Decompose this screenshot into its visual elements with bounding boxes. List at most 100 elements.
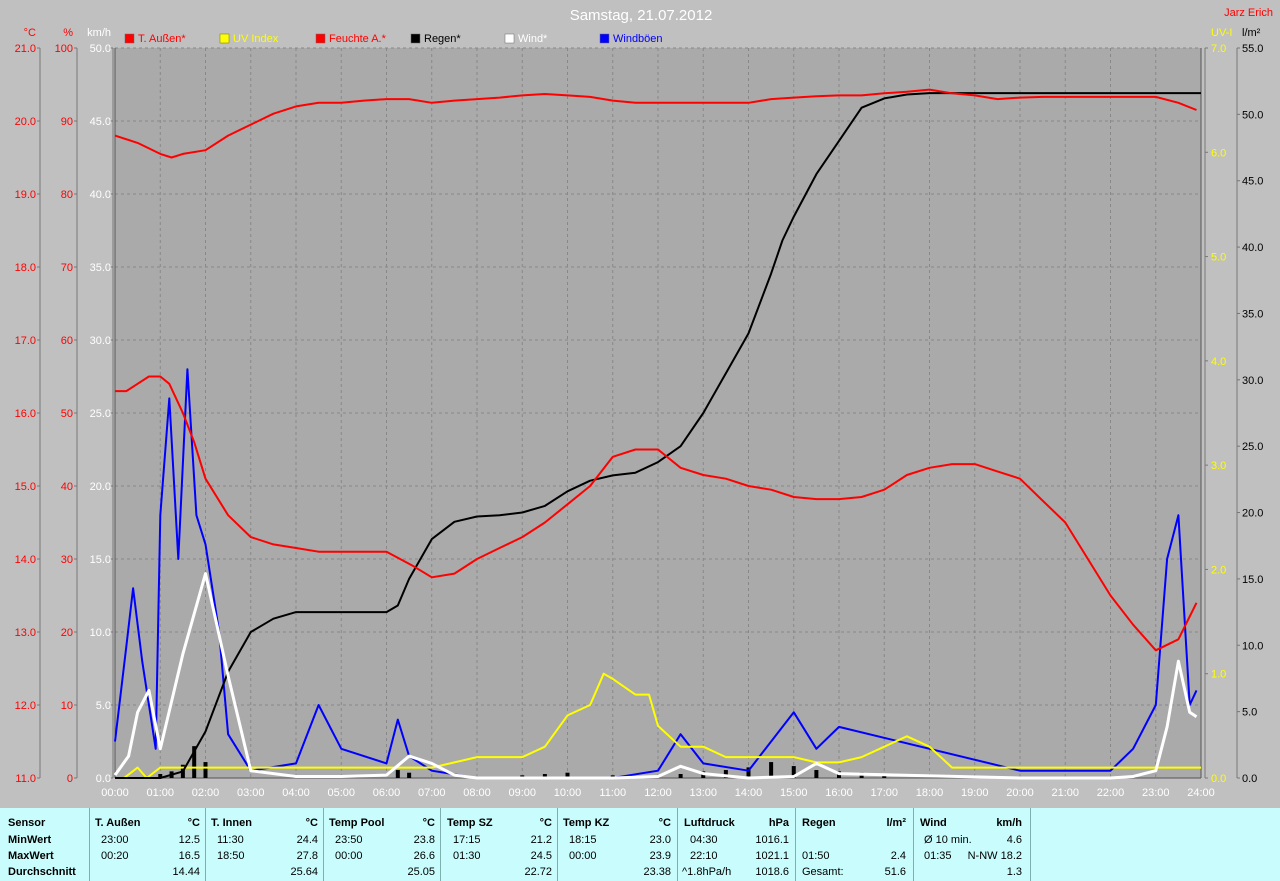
left-axis-unit: °C [24,27,36,39]
left-tick-label: 17.0 [15,335,36,347]
table-header-unit: °C [658,817,671,829]
left-tick-label: 20 [61,627,73,639]
table-header-name: Luftdruck [684,817,735,829]
chart-title: Samstag, 21.07.2012 [570,7,713,24]
right-tick-label: 10.0 [1242,640,1263,652]
table-column-divider [795,808,796,881]
table-header-name: T. Innen [211,817,252,829]
left-tick-label: 11.0 [15,773,36,785]
left-tick-label: 30 [61,554,73,566]
x-tick-label: 20:00 [1006,787,1034,799]
table-header-name: Regen [802,817,836,829]
table-header-unit: °C [187,817,200,829]
rain-bar [395,770,400,778]
table-header-name: Wind [920,817,947,829]
x-tick-label: 13:00 [689,787,717,799]
left-tick-label: 12.0 [15,700,36,712]
table-value-cell: 16.5 [178,850,200,862]
left-tick-label: 90 [61,116,73,128]
left-tick-label: 20.0 [90,481,111,493]
x-tick-label: 04:00 [282,787,310,799]
table-header-name: Temp SZ [447,817,493,829]
right-axis-unit: UV-I [1211,27,1232,39]
table-value-cell: 4.6 [1006,834,1022,846]
x-tick-label: 23:00 [1142,787,1170,799]
left-tick-label: 40 [61,481,73,493]
x-tick-label: 10:00 [554,787,582,799]
x-tick-label: 06:00 [373,787,401,799]
right-tick-label: 1.0 [1211,669,1226,681]
table-value-cell: 23.0 [649,834,671,846]
legend-label: T. Außen* [138,33,186,45]
x-tick-label: 15:00 [780,787,808,799]
left-axis-unit: % [63,27,73,39]
left-tick-label: 21.0 [15,43,36,55]
table-value-cell: 26.6 [413,850,435,862]
left-tick-label: 100 [55,43,73,55]
rain-bar [769,762,774,778]
right-tick-label: 55.0 [1242,43,1263,55]
x-tick-label: 22:00 [1097,787,1125,799]
table-value-cell: 21.2 [530,834,552,846]
right-tick-label: 25.0 [1242,441,1263,453]
x-tick-label: 21:00 [1051,787,1079,799]
right-tick-label: 40.0 [1242,242,1263,254]
legend-swatch [504,33,515,44]
left-tick-label: 80 [61,189,73,201]
table-value-cell: 24.5 [530,850,552,862]
left-tick-label: 50 [61,408,73,420]
left-tick-label: 10.0 [90,627,111,639]
table-column-divider [677,808,678,881]
table-row-label: Durchschnitt [8,866,76,878]
table-value-cell: 23.38 [643,866,671,878]
left-tick-label: 0.0 [96,773,111,785]
table-header-unit: °C [422,817,435,829]
left-tick-label: 5.0 [96,700,111,712]
x-tick-label: 09:00 [508,787,536,799]
right-tick-label: 50.0 [1242,109,1263,121]
right-tick-label: 7.0 [1211,43,1226,55]
x-tick-label: 17:00 [870,787,898,799]
x-tick-label: 07:00 [418,787,446,799]
x-tick-label: 05:00 [327,787,355,799]
legend-swatch [219,33,230,44]
left-tick-label: 14.0 [15,554,36,566]
table-value-cell: 51.6 [884,866,906,878]
table-header-unit: l/m² [886,817,906,829]
x-tick-label: 11:00 [599,787,626,799]
right-tick-label: 0.0 [1242,773,1257,785]
table-value-cell: 1016.1 [755,834,789,846]
table-value-cell: 1018.6 [755,866,789,878]
table-value-cell: 23.8 [413,834,435,846]
right-tick-label: 30.0 [1242,375,1263,387]
right-tick-label: 20.0 [1242,508,1263,520]
table-column-divider [913,808,914,881]
legend-swatch [599,33,610,44]
table-column-divider [440,808,441,881]
x-tick-label: 01:00 [146,787,174,799]
table-header-sensor: Sensor [8,817,46,829]
table-value-cell: 23.9 [649,850,671,862]
legend-label: Regen* [424,33,461,45]
table-header-unit: °C [305,817,318,829]
left-tick-label: 13.0 [15,627,36,639]
left-tick-label: 30.0 [90,335,111,347]
table-value-cell: 12.5 [178,834,200,846]
table-value-cell: 1.3 [1006,866,1022,878]
table-column-divider [323,808,324,881]
table-value-cell: 14.44 [172,866,200,878]
right-tick-label: 4.0 [1211,356,1226,368]
table-value-cell: 1021.1 [755,850,789,862]
table-value-cell: N-NW 18.2 [967,850,1022,862]
table-header-unit: °C [539,817,552,829]
table-value-cell: 25.64 [290,866,318,878]
table-value-cell: 22.72 [524,866,552,878]
right-tick-label: 3.0 [1211,460,1226,472]
right-tick-label: 0.0 [1211,773,1226,785]
legend-label: Windböen [613,33,663,45]
table-row-label: MaxWert [8,850,54,862]
rain-bar [407,772,412,778]
right-tick-label: 45.0 [1242,176,1263,188]
right-tick-label: 2.0 [1211,564,1226,576]
legend-label: Wind* [518,33,548,45]
